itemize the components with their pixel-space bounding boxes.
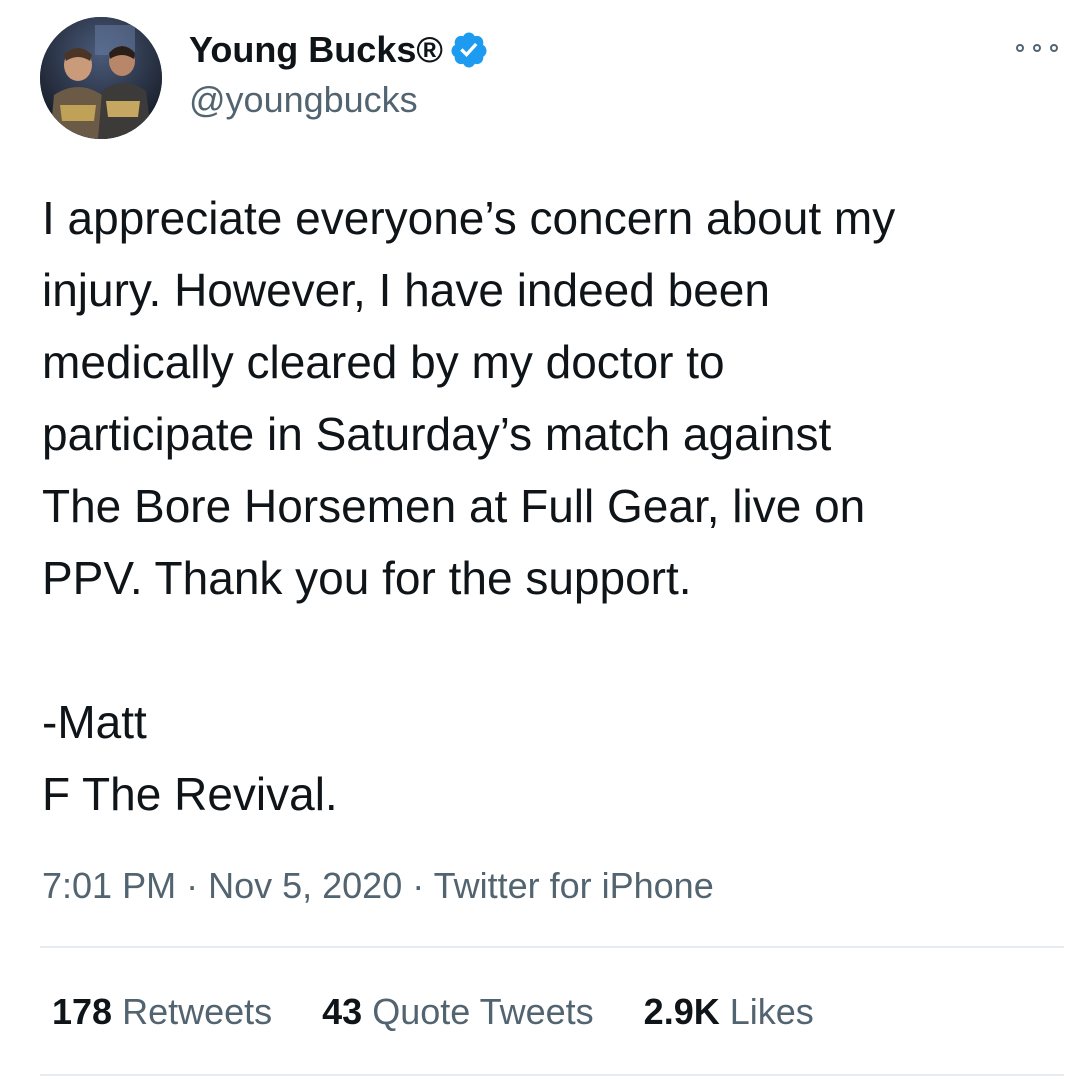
- more-options-icon: [1033, 44, 1041, 52]
- tweet-time[interactable]: 7:01 PM: [42, 865, 176, 906]
- meta-separator: ·: [186, 865, 209, 906]
- quote-tweets-label: Quote Tweets: [372, 991, 594, 1032]
- retweets-label: Retweets: [122, 991, 273, 1032]
- likes-stat[interactable]: 2.9K Likes: [644, 988, 814, 1036]
- meta-separator: ·: [412, 865, 434, 906]
- tweet-date[interactable]: Nov 5, 2020: [208, 865, 402, 906]
- retweets-count: 178: [52, 991, 123, 1032]
- author-handle[interactable]: @youngbucks: [189, 77, 418, 123]
- tweet-source[interactable]: Twitter for iPhone: [434, 865, 714, 906]
- more-options-icon: [1050, 44, 1058, 52]
- verified-badge-icon: [449, 30, 489, 70]
- divider: [40, 1074, 1064, 1076]
- tweet-text: I appreciate everyone’s concern about my…: [42, 192, 896, 820]
- likes-count: 2.9K: [643, 991, 730, 1032]
- divider: [40, 946, 1064, 948]
- quote-tweets-count: 43: [322, 991, 373, 1032]
- more-options-button[interactable]: [1016, 38, 1058, 58]
- tweet-stats: 178 Retweets 43 Quote Tweets 2.9K Likes: [52, 988, 814, 1036]
- tweet-meta: 7:01 PM · Nov 5, 2020 · Twitter for iPho…: [42, 862, 714, 910]
- avatar[interactable]: [40, 17, 162, 139]
- more-options-icon: [1016, 44, 1024, 52]
- retweets-stat[interactable]: 178 Retweets: [52, 988, 272, 1036]
- author-display-name[interactable]: Young Bucks®: [189, 26, 489, 74]
- tweet-card: Young Bucks® @youngbucks I appreciate ev…: [0, 0, 1080, 1080]
- quote-tweets-stat[interactable]: 43 Quote Tweets: [322, 988, 594, 1036]
- avatar-image: [40, 17, 162, 139]
- display-name-text: Young Bucks®: [189, 29, 443, 70]
- likes-label: Likes: [729, 991, 814, 1032]
